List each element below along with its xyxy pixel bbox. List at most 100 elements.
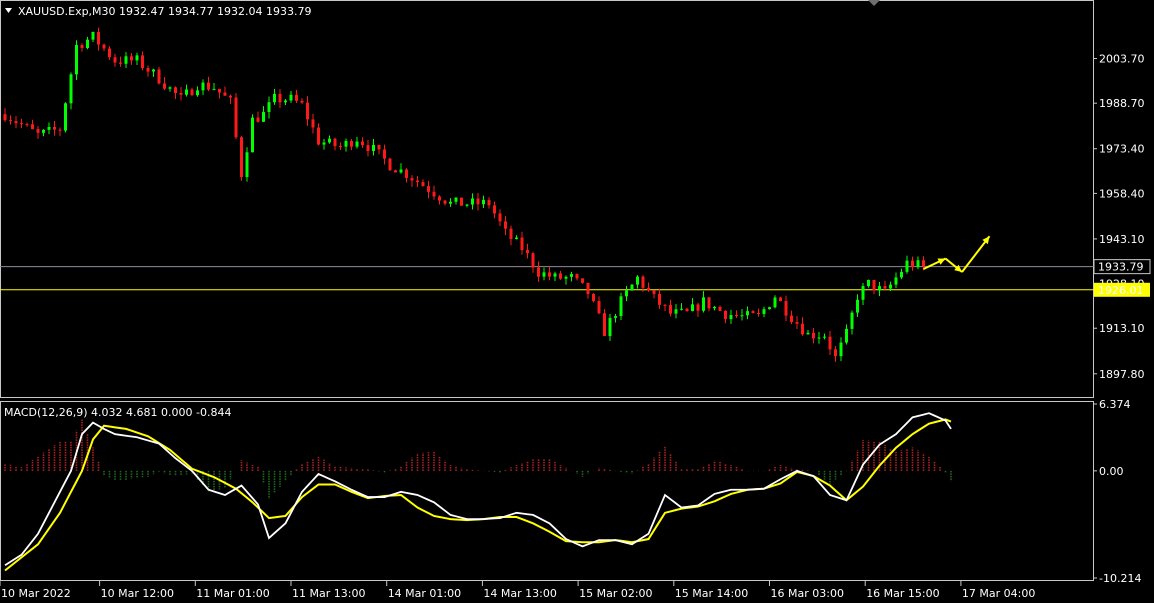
candle-body bbox=[839, 342, 843, 357]
candle-body bbox=[795, 322, 799, 324]
candle-body bbox=[911, 260, 914, 268]
price-layer[interactable] bbox=[0, 27, 1094, 362]
candle-body bbox=[427, 186, 430, 192]
candle-body bbox=[636, 276, 639, 285]
axis-layer: 2003.701988.701973.401958.401943.101928.… bbox=[0, 53, 1151, 600]
candle-body bbox=[289, 94, 293, 101]
candle-body bbox=[630, 284, 634, 291]
candle-body bbox=[454, 197, 458, 202]
candle-body bbox=[152, 69, 155, 72]
candle-body bbox=[218, 88, 221, 93]
candle-body bbox=[773, 297, 777, 308]
candle-body bbox=[300, 100, 304, 103]
candle-body bbox=[570, 274, 573, 277]
candle-body bbox=[311, 119, 315, 128]
candle-body bbox=[25, 124, 29, 126]
candle-body bbox=[515, 237, 518, 239]
candle-body bbox=[201, 82, 205, 91]
candle-body bbox=[823, 336, 826, 338]
candle-body bbox=[394, 170, 397, 173]
candle-body bbox=[421, 182, 425, 187]
candle-body bbox=[812, 332, 815, 339]
candle-body bbox=[31, 124, 34, 130]
candle-body bbox=[608, 317, 612, 337]
candle-body bbox=[520, 237, 524, 251]
candle-body bbox=[383, 149, 386, 159]
candle-body bbox=[872, 279, 876, 291]
candle-body bbox=[212, 88, 216, 90]
candle-body bbox=[80, 45, 84, 49]
triangle-down-icon[interactable] bbox=[5, 8, 12, 13]
candle-body bbox=[251, 117, 254, 153]
candle-body bbox=[845, 328, 848, 343]
candle-body bbox=[729, 315, 733, 320]
candle-body bbox=[75, 45, 78, 75]
candle-body bbox=[9, 120, 12, 122]
candle-body bbox=[658, 293, 661, 305]
candle-body bbox=[240, 137, 243, 178]
candle-body bbox=[262, 111, 265, 122]
candle-body bbox=[548, 272, 551, 277]
candle-body bbox=[564, 276, 568, 279]
candle-body bbox=[740, 315, 744, 317]
time-tick-label: 14 Mar 13:00 bbox=[483, 587, 556, 600]
candle-body bbox=[207, 82, 210, 90]
candle-body bbox=[174, 87, 177, 93]
candle-body bbox=[647, 287, 650, 291]
candle-body bbox=[190, 89, 194, 96]
candle-body bbox=[366, 145, 370, 152]
candle-body bbox=[410, 178, 414, 181]
candle-body bbox=[355, 141, 359, 147]
chart-shift-icon[interactable] bbox=[868, 0, 880, 6]
candle-body bbox=[471, 198, 474, 205]
time-tick-label: 14 Mar 01:00 bbox=[388, 587, 461, 600]
candle-body bbox=[124, 56, 128, 64]
candle-body bbox=[806, 332, 810, 335]
candle-body bbox=[746, 311, 749, 316]
candle-body bbox=[641, 276, 645, 288]
candle-body bbox=[878, 286, 881, 291]
candle-body bbox=[498, 213, 502, 222]
candle-body bbox=[905, 260, 909, 272]
candle-body bbox=[861, 286, 865, 300]
candle-body bbox=[328, 138, 331, 143]
candle-body bbox=[867, 279, 870, 287]
candle-body bbox=[586, 282, 590, 295]
candle-body bbox=[465, 204, 469, 206]
candle-body bbox=[504, 221, 507, 229]
candle-body bbox=[674, 309, 678, 314]
candle-body bbox=[476, 198, 480, 205]
candle-body bbox=[916, 260, 920, 268]
candle-body bbox=[157, 69, 161, 84]
candle-body bbox=[559, 273, 562, 279]
candle-body bbox=[487, 199, 491, 206]
macd-tick-label: -10.214 bbox=[1099, 572, 1141, 585]
macd-signal-line[interactable] bbox=[4, 418, 952, 572]
candle-body bbox=[317, 127, 320, 145]
candle-body bbox=[531, 253, 535, 268]
candle-body bbox=[91, 31, 95, 40]
candle-body bbox=[438, 196, 441, 201]
price-tick-label: 1973.40 bbox=[1099, 143, 1145, 156]
candle-body bbox=[625, 290, 628, 297]
candle-body bbox=[817, 337, 821, 339]
candle-body bbox=[779, 297, 782, 302]
candle-body bbox=[196, 90, 199, 96]
macd-layer[interactable] bbox=[4, 412, 952, 572]
candle-body bbox=[168, 87, 172, 89]
level-price-label: 1926.01 bbox=[1098, 284, 1144, 297]
candle-body bbox=[295, 94, 298, 101]
candle-body bbox=[42, 129, 45, 133]
candle-body bbox=[130, 56, 133, 61]
candle-body bbox=[619, 296, 623, 317]
trading-chart[interactable]: 2003.701988.701973.401958.401943.101928.… bbox=[0, 0, 1154, 603]
candle-body bbox=[751, 311, 755, 314]
candle-body bbox=[256, 117, 260, 122]
candle-body bbox=[146, 68, 150, 72]
candle-body bbox=[691, 304, 694, 312]
current-price-label: 1933.79 bbox=[1098, 261, 1144, 274]
macd-tick-label: 0.00 bbox=[1099, 465, 1124, 478]
candle-body bbox=[680, 308, 683, 310]
candle-body bbox=[663, 304, 667, 306]
candle-body bbox=[597, 300, 601, 314]
